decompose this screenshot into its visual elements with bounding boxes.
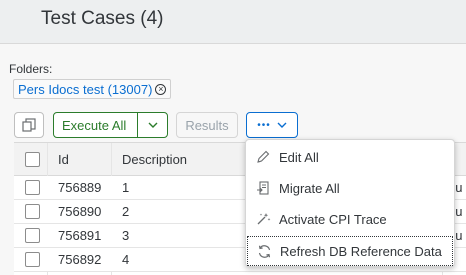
trace-icon xyxy=(247,212,279,226)
menu-item-label: Refresh DB Reference Data xyxy=(280,243,442,259)
menu-item-refresh-db-reference-data[interactable]: Refresh DB Reference Data xyxy=(247,236,453,266)
menu-item-activate-cpi-trace[interactable]: Activate CPI Trace xyxy=(247,204,453,234)
chevron-down-icon xyxy=(148,122,158,128)
menu-item-label: Activate CPI Trace xyxy=(279,211,387,227)
more-actions-button[interactable]: ••• xyxy=(246,112,298,138)
column-header-description[interactable]: Description xyxy=(122,152,187,167)
refresh-icon xyxy=(248,244,280,259)
results-button[interactable]: Results xyxy=(176,112,238,138)
row-description: 3 xyxy=(122,228,130,243)
folder-token-label: Pers Idocs test (13007) xyxy=(18,81,153,97)
row-checkbox[interactable] xyxy=(25,228,40,243)
menu-item-label: Edit All xyxy=(279,149,319,165)
menu-item-edit-all[interactable]: Edit All xyxy=(247,142,453,172)
copy-icon xyxy=(22,118,36,132)
row-id: 756892 xyxy=(58,252,102,267)
row-description: 2 xyxy=(122,204,130,219)
row-id: 756890 xyxy=(58,204,102,219)
more-actions-menu: Edit All Migrate All Activate CPI Trace xyxy=(245,139,455,267)
pencil-icon xyxy=(247,150,279,164)
menu-item-label: Migrate All xyxy=(279,180,340,196)
row-checkbox[interactable] xyxy=(25,204,40,219)
page-header: Test Cases (4) xyxy=(0,0,466,44)
folders-label: Folders: xyxy=(9,62,53,76)
execute-all-label: Execute All xyxy=(62,117,127,133)
select-all-checkbox[interactable] xyxy=(25,152,40,167)
chevron-down-icon xyxy=(277,122,287,128)
execute-all-button[interactable]: Execute All xyxy=(53,112,168,138)
folder-token[interactable]: Pers Idocs test (13007) × xyxy=(13,79,172,99)
overflow-icon: ••• xyxy=(257,119,271,131)
row-checkbox[interactable] xyxy=(25,180,40,195)
row-description: 1 xyxy=(122,180,130,195)
page-title: Test Cases (4) xyxy=(41,8,164,29)
remove-token-icon[interactable]: × xyxy=(155,83,167,95)
row-id: 756891 xyxy=(58,228,102,243)
row-checkbox[interactable] xyxy=(25,252,40,267)
column-header-id[interactable]: Id xyxy=(58,152,69,167)
migrate-icon xyxy=(247,180,279,196)
row-id: 756889 xyxy=(58,180,102,195)
row-description: 4 xyxy=(122,252,130,267)
execute-options-button[interactable] xyxy=(137,113,167,137)
copy-button[interactable] xyxy=(14,112,44,138)
menu-item-migrate-all[interactable]: Migrate All xyxy=(247,173,453,203)
